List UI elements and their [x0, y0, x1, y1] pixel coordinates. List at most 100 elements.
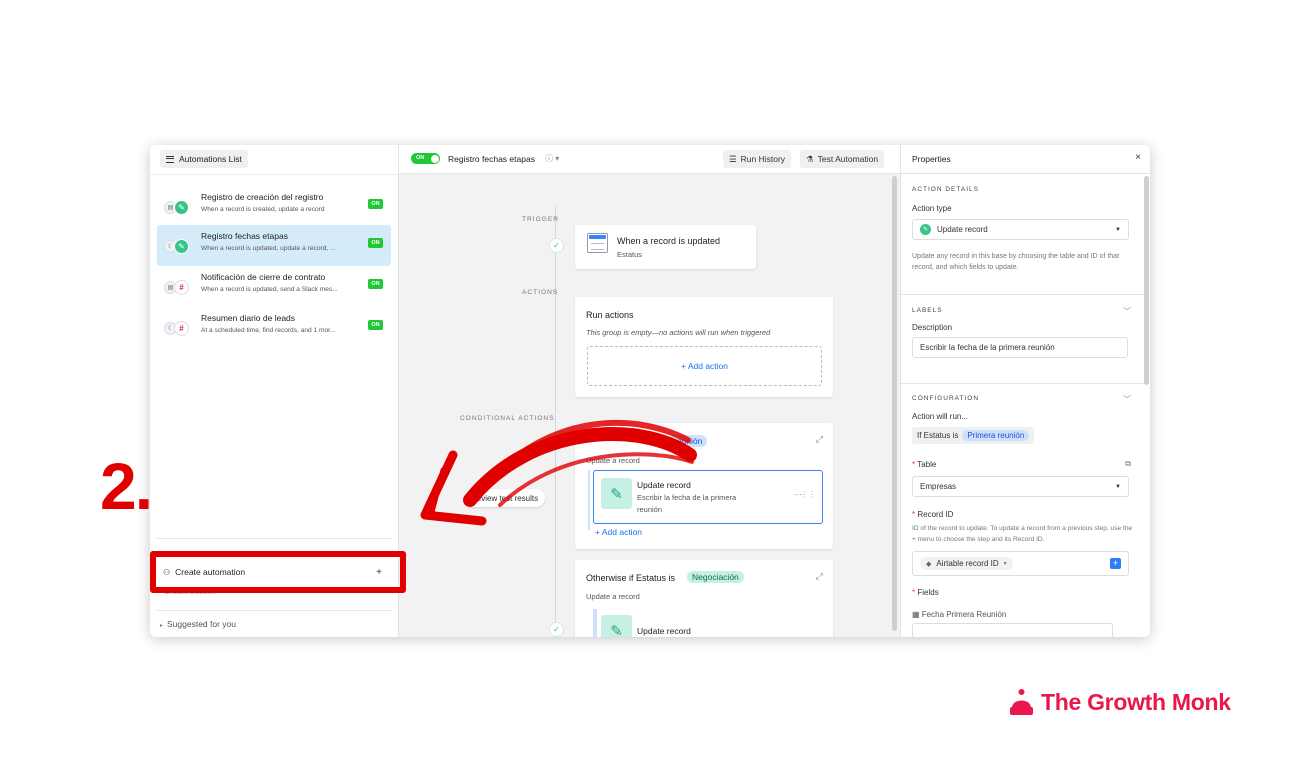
- automation-title: Resumen diario de leads: [201, 313, 296, 323]
- automation-name[interactable]: Registro fechas etapas: [448, 154, 535, 164]
- record-updated-icon: [587, 233, 608, 253]
- automation-icons: ▤ ✎: [164, 199, 192, 215]
- update-record-action-selected[interactable]: ✎ Update record Escribir la fecha de la …: [593, 470, 823, 524]
- monk-hat-icon: [1010, 689, 1033, 715]
- condition-value-pill: reunión: [669, 435, 708, 447]
- expand-icon[interactable]: ⤢: [816, 434, 823, 445]
- add-action-link[interactable]: + Add action: [681, 361, 728, 371]
- trigger-card[interactable]: When a record is updated Estatus: [575, 225, 756, 269]
- record-id-label: * Record ID: [912, 510, 954, 519]
- action-type-help: Update any record in this base by choosi…: [912, 253, 1120, 271]
- chevron-down-icon[interactable]: ﹀: [1123, 306, 1131, 317]
- table-select[interactable]: Empresas ▼: [912, 476, 1129, 497]
- automation-title: Registro de creación del registro: [201, 192, 324, 202]
- flow-connector-line: [555, 205, 556, 637]
- automation-item-selected[interactable]: ☾ ✎ Registro fechas etapas When a record…: [157, 225, 391, 266]
- automation-on-toggle[interactable]: ON: [411, 153, 440, 164]
- suggested-for-you[interactable]: ▸ Suggested for you: [160, 619, 236, 629]
- expand-icon[interactable]: ⤢: [816, 571, 823, 582]
- stage: Automations List ▤ ✎ Registro de creació…: [0, 0, 1301, 781]
- properties-header: Properties ×: [901, 145, 1150, 174]
- condition-summary[interactable]: If Estatus is Primera reunión: [912, 427, 1035, 444]
- run-history-button[interactable]: ☰ Run History: [723, 150, 792, 168]
- automations-list-button[interactable]: Automations List: [160, 150, 248, 168]
- drag-handle-icon[interactable]: ⋮⋮: [800, 490, 816, 499]
- actions-section-label: ACTIONS: [522, 289, 559, 296]
- condition-sub: Update a record: [586, 456, 640, 465]
- close-icon[interactable]: ×: [1135, 152, 1141, 163]
- trigger-title: When a record is updated: [617, 236, 721, 246]
- condition-value-pill: Primera reunión: [962, 430, 1030, 441]
- add-plus-icon[interactable]: +: [1110, 558, 1121, 569]
- chevron-down-icon: ▼: [1115, 226, 1121, 233]
- brand-logo: The Growth Monk: [1009, 688, 1231, 716]
- chevron-down-icon[interactable]: ﹀: [1123, 394, 1131, 405]
- action-type-label: Action type: [912, 204, 952, 213]
- pencil-icon: ✎: [174, 200, 189, 215]
- divider: [156, 538, 392, 539]
- status-badge: ON: [368, 279, 383, 289]
- otherwise-condition-title: Otherwise if Estatus is: [586, 573, 676, 583]
- add-action-link[interactable]: + Add action: [595, 527, 642, 537]
- automations-list-label: Automations List: [179, 154, 242, 164]
- review-test-results-label: Review test results: [471, 493, 539, 503]
- airtable-record-id-token[interactable]: ◆ Airtable record ID ▾: [920, 557, 1013, 570]
- properties-scrollbar[interactable]: [1144, 176, 1149, 385]
- field-name: Fecha Primera Reunión: [921, 610, 1007, 619]
- calendar-icon: ▦: [912, 610, 920, 619]
- automation-canvas: ON Registro fechas etapas ⓘ ▾ ☰ Run Hist…: [399, 145, 900, 637]
- automation-subtitle: When a record is created, update a recor…: [201, 206, 325, 213]
- record-id-help: ID of the record to update. To update a …: [912, 525, 1133, 543]
- description-label: Description: [912, 323, 953, 332]
- automation-title: Notificación de cierre de contrato: [201, 272, 326, 282]
- automation-icons: ☾ ✎: [164, 238, 192, 254]
- conditional-group-card: reunión ⤢ Update a record ✎ Update recor…: [575, 423, 833, 549]
- run-actions-card: Run actions This group is empty—no actio…: [575, 297, 833, 397]
- group-bar: [593, 609, 597, 637]
- divider: [901, 294, 1144, 295]
- action-type-value: Update record: [937, 225, 988, 234]
- pencil-icon: ✎: [174, 239, 189, 254]
- review-test-results-button[interactable]: Review test results: [464, 489, 546, 507]
- configuration-section-label: CONFIGURATION: [912, 395, 980, 402]
- run-actions-title: Run actions: [586, 310, 634, 320]
- automation-item[interactable]: ▤ ✎ Registro de creación del registro Wh…: [157, 186, 391, 227]
- automation-subtitle: At a scheduled time, find records, and 1…: [201, 327, 336, 334]
- menu-icon: [166, 155, 174, 163]
- condition-sub: Update a record: [586, 592, 640, 601]
- action-type-select[interactable]: ✎ Update record ▼: [912, 219, 1129, 240]
- action-title: Update record: [637, 626, 691, 636]
- pencil-icon: ✎: [920, 224, 931, 235]
- properties-title: Properties: [912, 154, 951, 164]
- canvas-scrollbar[interactable]: [892, 176, 897, 631]
- tag-icon: ◆: [926, 560, 932, 568]
- link-icon[interactable]: ⧉: [1125, 459, 1131, 469]
- flask-icon: ⚗: [806, 153, 814, 164]
- test-automation-button[interactable]: ⚗ Test Automation: [800, 150, 885, 168]
- automation-item[interactable]: ☾ # Resumen diario de leads At a schedul…: [157, 307, 391, 348]
- description-input[interactable]: Escribir la fecha de la primera reunión: [912, 337, 1128, 358]
- automation-item[interactable]: ▤ # Notificación de cierre de contrato W…: [157, 266, 391, 307]
- table-label-text: Table: [917, 460, 937, 469]
- fields-label-text: Fields: [917, 588, 939, 597]
- field-value-input[interactable]: [912, 623, 1113, 637]
- conditional-actions-label: CONDITIONAL ACTIONS: [460, 415, 555, 422]
- properties-panel: Properties × ACTION DETAILS Action type …: [900, 145, 1150, 637]
- condition-prefix: If Estatus is: [917, 431, 959, 440]
- info-icon[interactable]: ⓘ ▾: [545, 153, 559, 164]
- divider: [150, 174, 398, 175]
- record-id-input[interactable]: ◆ Airtable record ID ▾ +: [912, 551, 1129, 576]
- status-badge: ON: [368, 199, 383, 209]
- otherwise-condition-card: Otherwise if Estatus is Negociación ⤢ Up…: [575, 560, 833, 637]
- run-history-label: Run History: [740, 154, 786, 164]
- run-actions-empty-text: This group is empty—no actions will run …: [586, 328, 771, 337]
- canvas-toolbar: ON Registro fechas etapas ⓘ ▾ ☰ Run Hist…: [399, 145, 900, 174]
- action-title: Update record: [637, 480, 691, 490]
- action-will-run-label: Action will run...: [912, 412, 969, 421]
- chevron-right-icon: ▸: [160, 623, 164, 629]
- add-action-dropzone[interactable]: + Add action: [587, 346, 822, 386]
- labels-section-label: LABELS: [912, 307, 943, 314]
- condition-value-pill: Negociación: [687, 571, 744, 583]
- table-value: Empresas: [920, 482, 957, 491]
- trigger-section-label: TRIGGER: [522, 216, 560, 223]
